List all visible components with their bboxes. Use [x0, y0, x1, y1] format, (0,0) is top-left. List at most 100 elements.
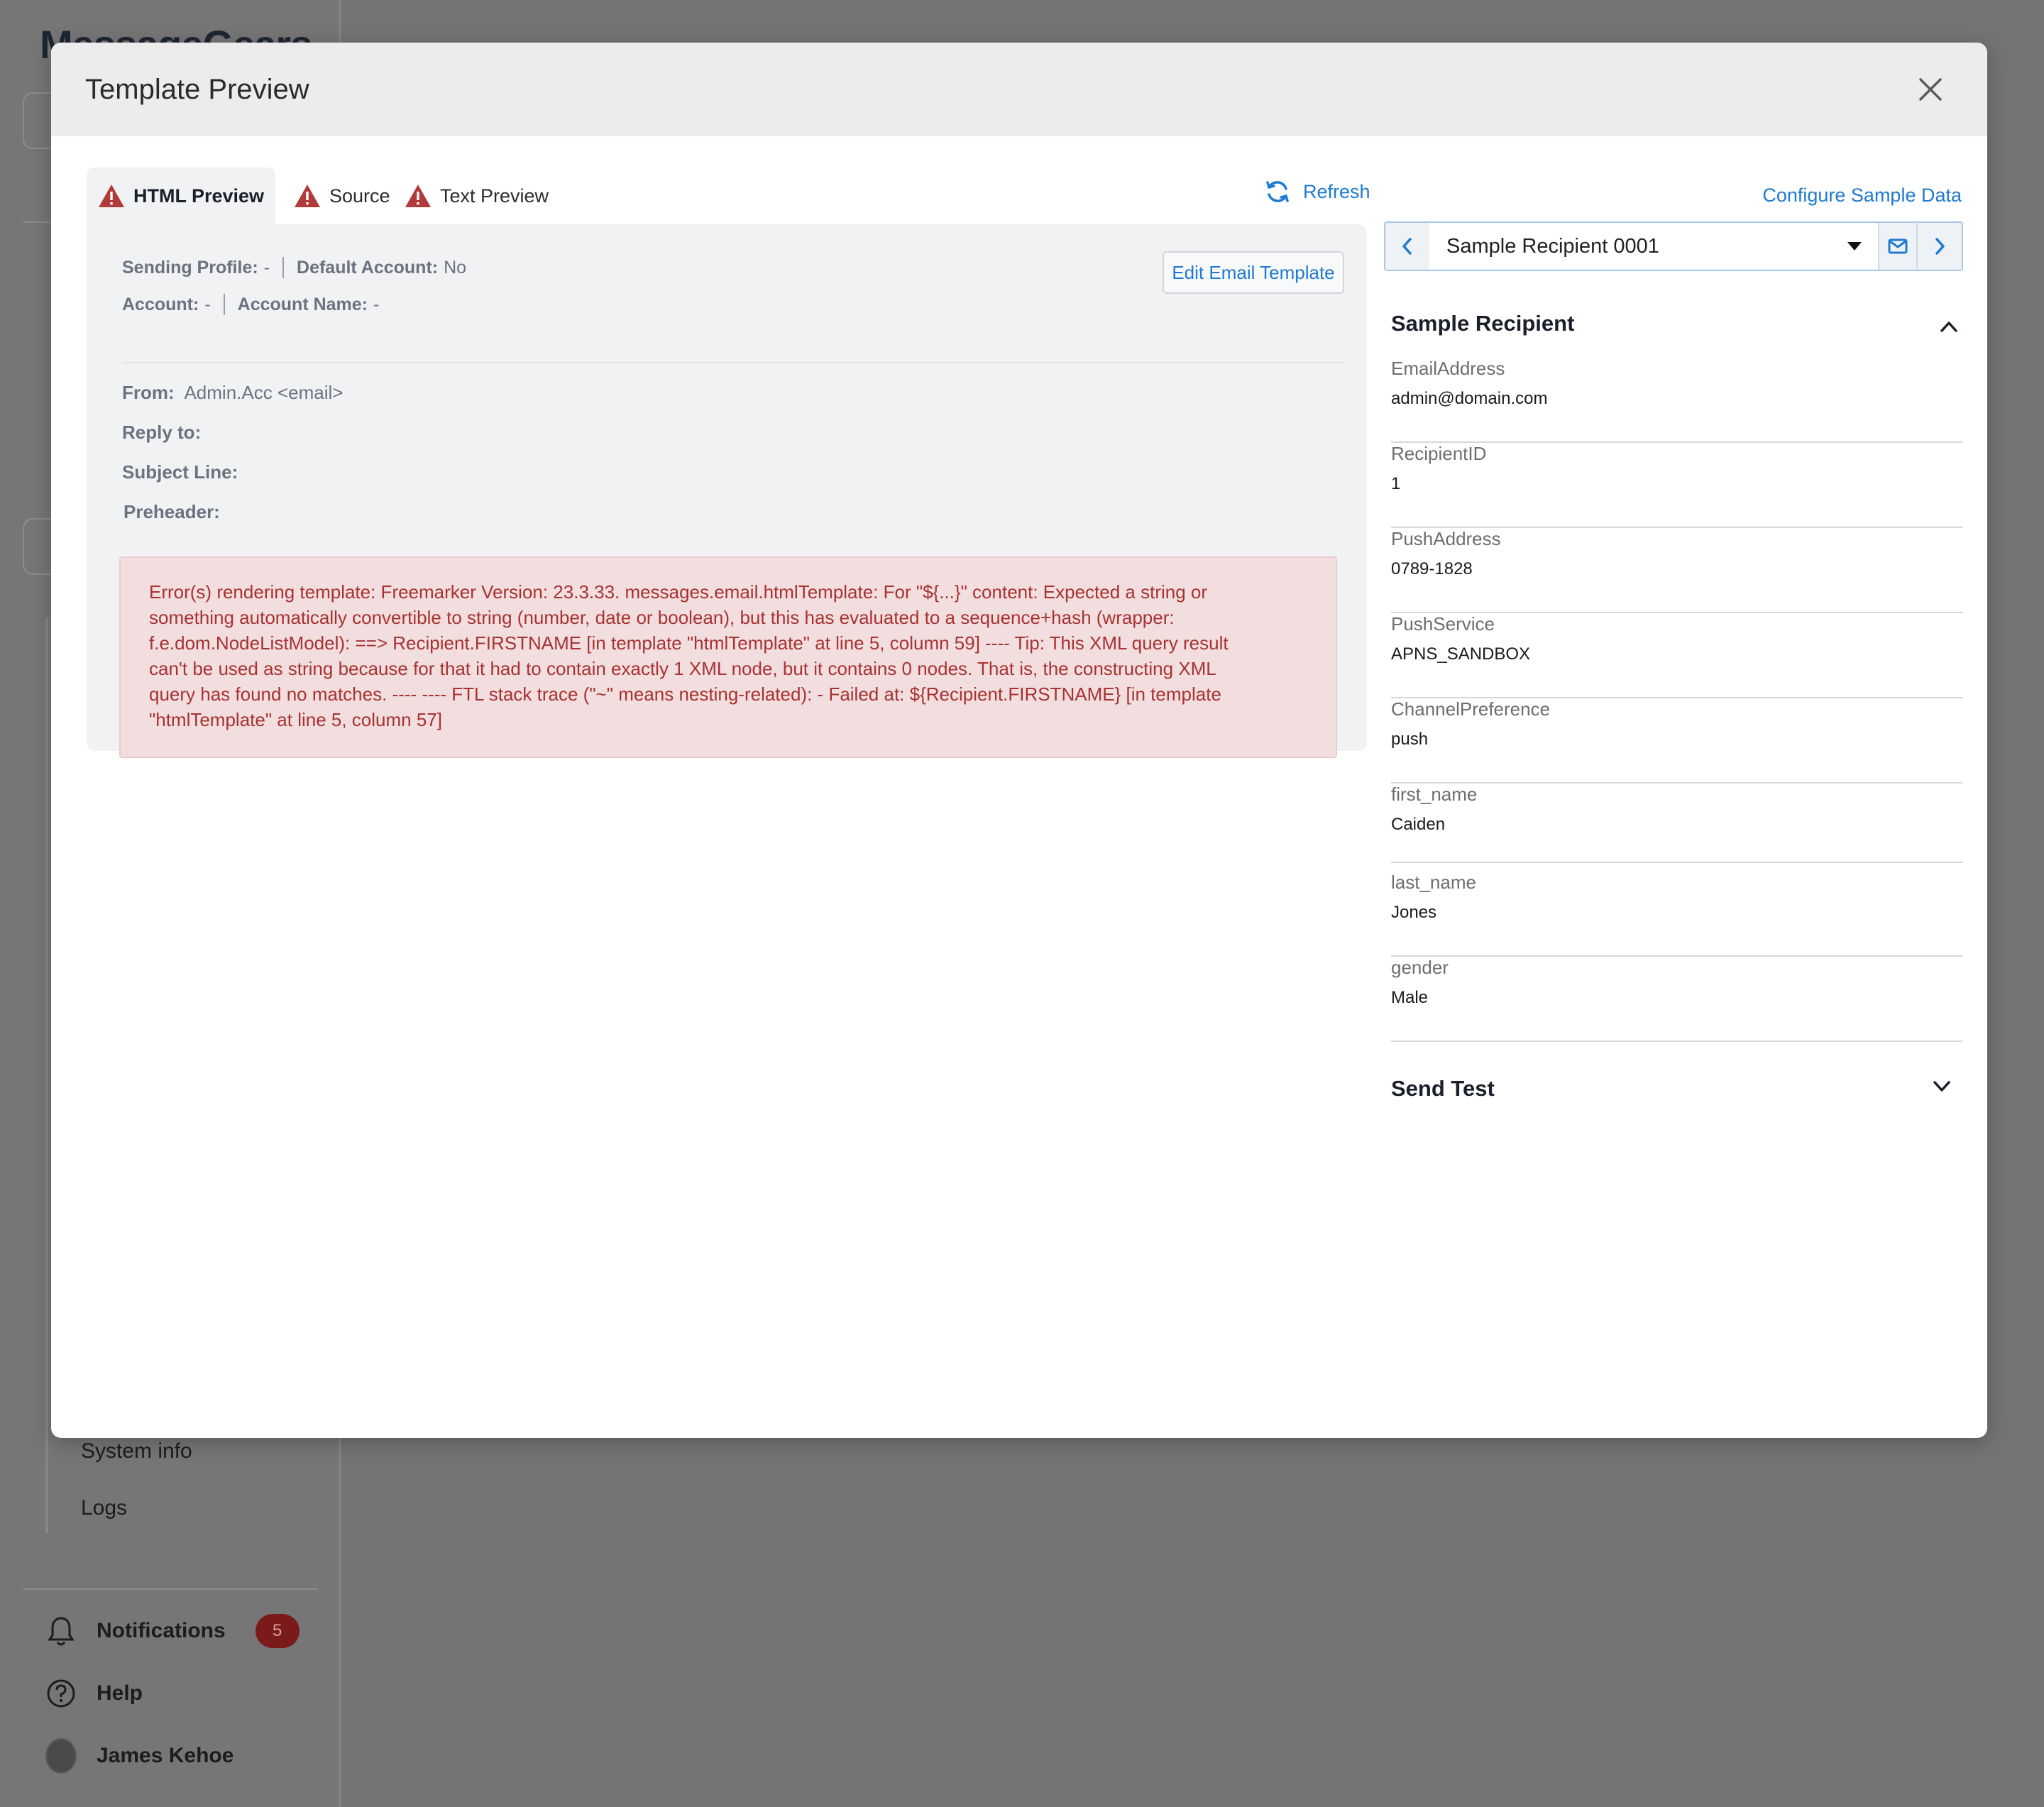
- warning-triangle-icon: [405, 185, 431, 207]
- field-value: Male: [1391, 988, 1429, 1007]
- field-value: push: [1391, 730, 1429, 749]
- field-value: APNS_SANDBOX: [1391, 644, 1531, 664]
- recipient-dropdown[interactable]: Sample Recipient 0001: [1429, 223, 1878, 270]
- error-line: f.e.dom.NodeListModel): ==> Recipient.FI…: [149, 632, 1229, 654]
- email-recipient-button[interactable]: [1878, 223, 1918, 270]
- send-test-expand-toggle[interactable]: [1932, 1079, 1952, 1097]
- sample-recipient-collapse-toggle[interactable]: [1939, 319, 1959, 337]
- field-value: 0789-1828: [1391, 559, 1473, 578]
- close-button[interactable]: [1912, 71, 1949, 108]
- error-line: "htmlTemplate" at line 5, column 57]: [149, 709, 442, 730]
- sidebar-link-logs[interactable]: Logs: [81, 1496, 127, 1520]
- user-name: James Kehoe: [97, 1744, 234, 1767]
- tab-source[interactable]: Source: [294, 167, 390, 224]
- send-test-title[interactable]: Send Test: [1391, 1076, 1495, 1102]
- tab-label: Source: [329, 185, 390, 207]
- next-recipient-button[interactable]: [1918, 223, 1962, 270]
- tab-html-preview[interactable]: HTML Preview: [87, 167, 275, 224]
- panel-divider: [122, 362, 1344, 363]
- field-value: Jones: [1391, 903, 1437, 922]
- recipient-field: PushAddress 0789-1828: [1391, 528, 1963, 613]
- recipient-field: EmailAddress admin@domain.com: [1391, 358, 1963, 443]
- sidebar-tree-line: [45, 617, 48, 1533]
- sidebar-link-system-info[interactable]: System info: [81, 1439, 192, 1463]
- meta-row-2: Account: - Account Name: -: [122, 294, 379, 315]
- sending-profile-value: -: [263, 257, 270, 278]
- close-icon: [1919, 78, 1942, 101]
- chevron-left-icon: [1402, 238, 1412, 255]
- html-preview-panel: Sending Profile: - Default Account: No A…: [87, 224, 1367, 758]
- recipient-field: RecipientID 1: [1391, 443, 1963, 528]
- subject-line-row: Subject Line:: [122, 461, 243, 483]
- field-label: first_name: [1391, 784, 1478, 805]
- field-label: last_name: [1391, 872, 1476, 893]
- account-value: -: [204, 294, 211, 314]
- reply-to-row: Reply to:: [122, 422, 207, 444]
- help-item[interactable]: Help: [45, 1672, 143, 1715]
- refresh-button[interactable]: Refresh: [1265, 179, 1370, 204]
- notifications-label: Notifications: [97, 1619, 226, 1642]
- account-name-key: Account Name:: [237, 294, 368, 314]
- recipient-field: last_name Jones: [1391, 872, 1963, 957]
- error-line: Error(s) rendering template: Freemarker …: [149, 581, 1208, 603]
- field-label: PushService: [1391, 613, 1495, 635]
- chevron-down-icon: [1933, 1081, 1950, 1092]
- account-key: Account:: [122, 294, 199, 314]
- render-error-alert: Error(s) rendering template: Freemarker …: [119, 556, 1337, 758]
- recipient-field: PushService APNS_SANDBOX: [1391, 613, 1963, 698]
- configure-sample-data-link[interactable]: Configure Sample Data: [1762, 185, 1962, 207]
- tab-text-preview[interactable]: Text Preview: [405, 167, 549, 224]
- help-label: Help: [97, 1681, 143, 1705]
- sidebar-bottom-divider: [23, 1588, 318, 1590]
- refresh-label: Refresh: [1303, 180, 1370, 202]
- modal-header: Template Preview: [51, 43, 1987, 136]
- preheader-row: Preheader:: [123, 501, 226, 523]
- template-preview-modal: Template Preview HTML Preview Source Tex…: [51, 43, 1987, 1438]
- from-row: From: Admin.Acc <email>: [122, 382, 343, 404]
- avatar: [45, 1738, 77, 1774]
- default-account-value: No: [444, 257, 467, 278]
- meta-separator: [282, 257, 285, 278]
- reply-to-key: Reply to:: [122, 422, 202, 443]
- field-label: RecipientID: [1391, 443, 1487, 464]
- preheader-key: Preheader:: [123, 501, 220, 522]
- warning-triangle-icon: [295, 185, 320, 207]
- recipient-field: first_name Caiden: [1391, 784, 1963, 863]
- refresh-icon: [1266, 181, 1289, 202]
- error-line: query has found no matches. ---- ---- FT…: [149, 683, 1221, 705]
- field-value: Caiden: [1391, 815, 1446, 834]
- notifications-item[interactable]: Notifications 5: [45, 1610, 300, 1652]
- field-label: PushAddress: [1391, 528, 1501, 549]
- recipient-dropdown-value: Sample Recipient 0001: [1446, 234, 1659, 258]
- account-name-value: -: [373, 294, 380, 314]
- tab-label: Text Preview: [440, 185, 549, 207]
- field-value: 1: [1391, 474, 1401, 493]
- envelope-icon: [1888, 238, 1908, 254]
- field-label: gender: [1391, 957, 1449, 978]
- tab-label: HTML Preview: [133, 185, 265, 207]
- chevron-right-icon: [1935, 238, 1945, 255]
- field-label: EmailAddress: [1391, 358, 1505, 379]
- default-account-key: Default Account:: [297, 257, 439, 278]
- caret-down-icon: [1847, 242, 1862, 251]
- meta-row-1: Sending Profile: - Default Account: No: [122, 257, 466, 278]
- recipient-field: ChannelPreference push: [1391, 698, 1963, 784]
- bell-icon: [45, 1615, 77, 1647]
- error-line: can't be used as string because for that…: [149, 658, 1216, 679]
- recipient-field: gender Male: [1391, 957, 1963, 1042]
- sample-recipient-title: Sample Recipient: [1391, 311, 1575, 336]
- error-line: something automatically convertible to s…: [149, 607, 1175, 628]
- user-profile-item[interactable]: James Kehoe: [45, 1735, 233, 1777]
- question-circle-icon: [45, 1678, 77, 1709]
- modal-title: Template Preview: [85, 74, 309, 105]
- recipient-selector: Sample Recipient 0001: [1384, 221, 1963, 271]
- sending-profile-key: Sending Profile:: [122, 257, 258, 278]
- notifications-count-badge: 5: [255, 1614, 300, 1648]
- warning-triangle-icon: [99, 185, 124, 207]
- edit-email-template-button[interactable]: Edit Email Template: [1163, 251, 1344, 294]
- field-value: admin@domain.com: [1391, 389, 1548, 408]
- meta-separator: [223, 294, 225, 315]
- prev-recipient-button[interactable]: [1385, 223, 1429, 270]
- from-value: Admin.Acc <email>: [184, 382, 344, 403]
- subject-line-key: Subject Line:: [122, 461, 238, 483]
